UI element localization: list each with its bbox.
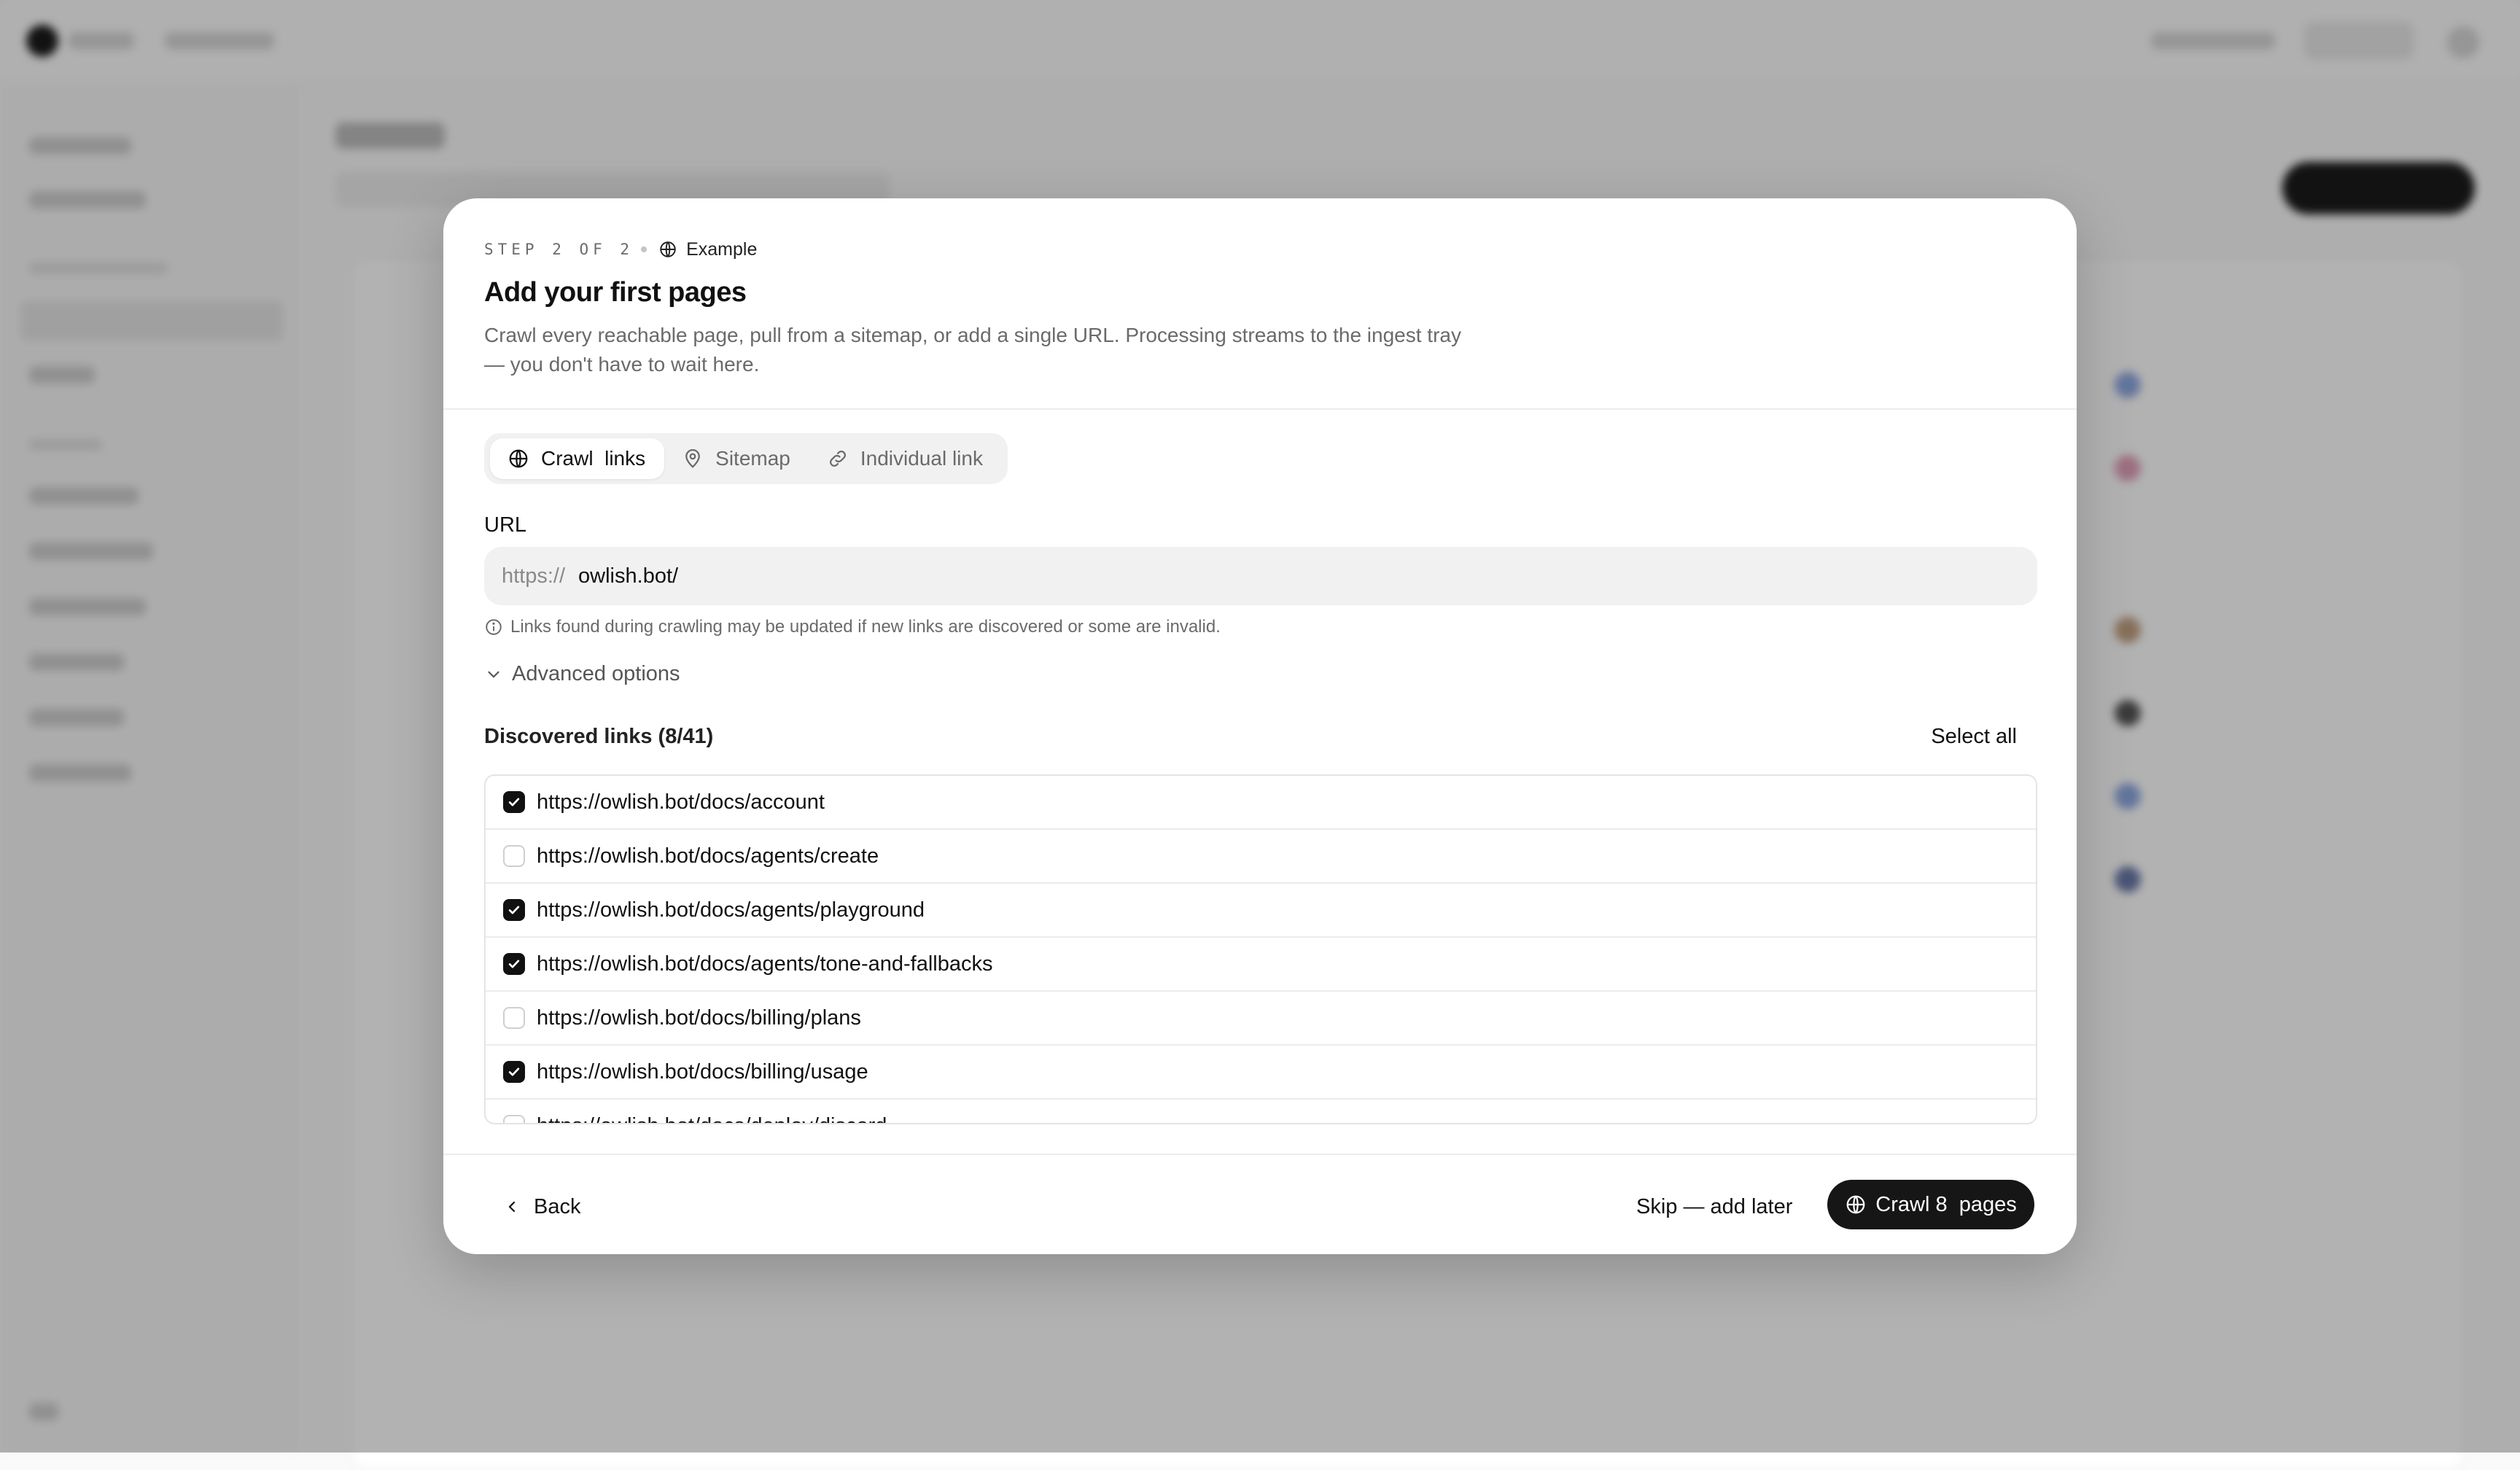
source-name: Example bbox=[686, 238, 758, 260]
link-url: https://owlish.bot/docs/agents/tone-and-… bbox=[537, 952, 993, 976]
checkbox-unchecked[interactable] bbox=[503, 1115, 525, 1123]
chevron-left-icon bbox=[503, 1198, 521, 1216]
header-divider bbox=[443, 408, 2077, 410]
info-icon bbox=[484, 618, 503, 637]
map-pin-icon bbox=[682, 448, 704, 470]
tab-sitemap[interactable]: Sitemap bbox=[664, 438, 809, 479]
advanced-options-toggle[interactable]: Advanced options bbox=[484, 662, 680, 686]
globe-icon bbox=[1845, 1194, 1867, 1216]
step-separator-dot bbox=[641, 246, 648, 252]
link-row[interactable]: https://owlish.bot/docs/billing/plans bbox=[486, 992, 2036, 1046]
checkbox-checked[interactable] bbox=[503, 953, 525, 975]
check-icon bbox=[508, 1068, 520, 1076]
step-label: STEP 2 OF 2 bbox=[484, 241, 634, 258]
url-label: URL bbox=[484, 513, 527, 537]
check-icon bbox=[508, 906, 520, 914]
checkbox-checked[interactable] bbox=[503, 791, 525, 813]
add-pages-modal: STEP 2 OF 2 Example Add your first pages… bbox=[443, 198, 2077, 1254]
link-url: https://owlish.bot/docs/agents/create bbox=[537, 844, 879, 868]
tab-crawl-links[interactable]: Crawl links bbox=[490, 438, 665, 479]
link-url: https://owlish.bot/docs/billing/plans bbox=[537, 1006, 861, 1030]
modal-title: Add your first pages bbox=[484, 277, 747, 308]
url-hint: Links found during crawling may be updat… bbox=[484, 617, 1221, 637]
link-row[interactable]: https://owlish.bot/docs/account bbox=[486, 776, 2036, 830]
link-url: https://owlish.bot/docs/agents/playgroun… bbox=[537, 898, 925, 922]
link-row[interactable]: https://owlish.bot/docs/deploy/discord bbox=[486, 1100, 2036, 1124]
skip-button[interactable]: Skip — add later bbox=[1636, 1183, 1792, 1231]
back-label: Back bbox=[534, 1194, 581, 1218]
crawl-pages-button[interactable]: Crawl 8 pages bbox=[1827, 1180, 2034, 1229]
link-row[interactable]: https://owlish.bot/docs/billing/usage bbox=[486, 1046, 2036, 1100]
tab-label: Crawl links bbox=[541, 447, 646, 470]
link-url: https://owlish.bot/docs/account bbox=[537, 790, 825, 814]
step-indicator: STEP 2 OF 2 Example bbox=[484, 236, 757, 262]
check-icon bbox=[508, 960, 520, 968]
url-hint-text: Links found during crawling may be updat… bbox=[510, 617, 1221, 637]
checkbox-unchecked[interactable] bbox=[503, 845, 525, 867]
link-icon bbox=[827, 448, 849, 470]
crawl-pages-label: Crawl 8 pages bbox=[1875, 1192, 2017, 1216]
url-prefix: https:// bbox=[502, 564, 566, 588]
checkbox-checked[interactable] bbox=[503, 899, 525, 921]
url-input[interactable] bbox=[578, 564, 1964, 588]
link-row[interactable]: https://owlish.bot/docs/agents/create bbox=[486, 830, 2036, 884]
back-button[interactable]: Back bbox=[503, 1183, 580, 1231]
globe-icon bbox=[508, 448, 529, 470]
globe-icon bbox=[658, 240, 677, 259]
tab-label: Individual link bbox=[860, 447, 983, 470]
source-tabs: Crawl links Sitemap Individual link bbox=[484, 433, 1008, 484]
advanced-options-label: Advanced options bbox=[512, 662, 680, 685]
url-field[interactable]: https:// bbox=[484, 547, 2037, 605]
checkbox-checked[interactable] bbox=[503, 1061, 525, 1083]
link-row[interactable]: https://owlish.bot/docs/agents/playgroun… bbox=[486, 884, 2036, 938]
checkbox-unchecked[interactable] bbox=[503, 1007, 525, 1029]
link-url: https://owlish.bot/docs/deploy/discord bbox=[537, 1114, 887, 1124]
modal-description: Crawl every reachable page, pull from a … bbox=[484, 324, 1461, 376]
check-icon bbox=[508, 798, 520, 806]
link-row[interactable]: https://owlish.bot/docs/agents/tone-and-… bbox=[486, 938, 2036, 992]
footer-divider bbox=[443, 1154, 2077, 1155]
discovered-links-list[interactable]: https://owlish.bot/docs/account https://… bbox=[484, 774, 2037, 1124]
chevron-down-icon bbox=[484, 665, 503, 684]
tab-label: Sitemap bbox=[715, 447, 790, 470]
discovered-links-title: Discovered links (8/41) bbox=[484, 725, 714, 748]
tab-individual-link[interactable]: Individual link bbox=[809, 438, 1002, 479]
link-url: https://owlish.bot/docs/billing/usage bbox=[537, 1059, 868, 1084]
select-all-button[interactable]: Select all bbox=[1931, 725, 2017, 749]
